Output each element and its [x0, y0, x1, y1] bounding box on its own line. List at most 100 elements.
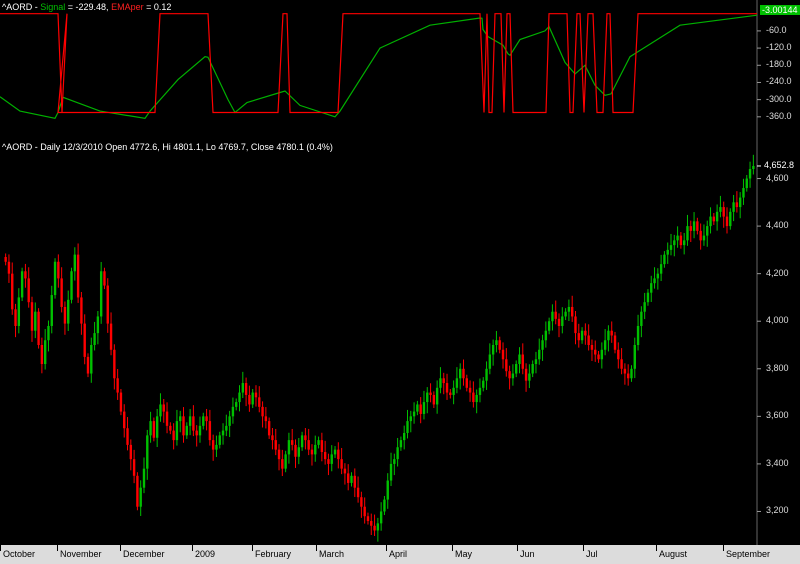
candle-up	[485, 368, 488, 381]
candle-down	[57, 261, 60, 279]
candle-up	[580, 330, 584, 341]
candle-down	[570, 306, 574, 317]
candle-down	[337, 449, 340, 460]
candle-up	[139, 487, 142, 507]
y-tick-label: -180.0	[766, 59, 792, 70]
candle-down	[264, 416, 268, 422]
indicator-pane[interactable]: ^AORD - Signal = -229.48, EMAper = 0.12 …	[0, 0, 800, 140]
y-tick-label: -60.0	[766, 24, 787, 35]
candle-up	[409, 416, 412, 422]
candle-up	[488, 354, 492, 369]
price-header: ^AORD - Daily 12/3/2010 Open 4772.6, Hi …	[2, 142, 333, 152]
candle-up	[383, 499, 386, 512]
candle-down	[557, 318, 561, 326]
candle-down	[7, 261, 11, 274]
candle-down	[310, 449, 314, 455]
candle-up	[663, 254, 666, 265]
y-tick-label: -120.0	[766, 42, 792, 53]
signal-value: = -229.48,	[65, 2, 112, 12]
candle-up	[376, 523, 380, 531]
candle-up	[70, 271, 73, 300]
emaper-label: EMAper	[111, 2, 144, 12]
candle-down	[162, 404, 165, 412]
candle-down	[366, 516, 370, 521]
candle-up	[729, 211, 732, 227]
candle-down	[27, 278, 30, 303]
candle-up	[333, 449, 337, 455]
candle-down	[508, 371, 511, 379]
candle-up	[673, 240, 676, 246]
month-tick	[192, 545, 193, 551]
candle-up	[396, 447, 399, 460]
candle-up	[317, 440, 320, 445]
candle-down	[261, 406, 264, 417]
candle-down	[472, 392, 475, 403]
signal-label: Signal	[40, 2, 66, 12]
month-label: March	[319, 549, 345, 559]
candle-up	[20, 271, 24, 298]
candle-up	[99, 271, 103, 317]
candle-down	[373, 525, 376, 531]
candle-up	[653, 278, 656, 284]
y-tick-label: -240.0	[766, 76, 792, 87]
candle-down	[129, 444, 133, 460]
candle-up	[403, 432, 406, 441]
price-pane[interactable]: ^AORD - Daily 12/3/2010 Open 4772.6, Hi …	[0, 140, 800, 545]
candle-down	[597, 354, 600, 360]
candle-down	[37, 311, 40, 345]
candle-up	[745, 178, 748, 189]
y-tick-label: 4,400	[766, 220, 789, 231]
candle-up	[386, 480, 389, 500]
candle-up	[531, 364, 534, 374]
candle-down	[152, 421, 156, 438]
candle-down	[449, 392, 452, 395]
candle-up	[659, 264, 663, 274]
candle-up	[669, 245, 673, 250]
candle-up	[643, 302, 646, 312]
month-tick	[656, 545, 657, 551]
candle-down	[113, 349, 116, 379]
candle-up	[96, 316, 100, 334]
candle-up	[633, 345, 636, 369]
candle-up	[416, 404, 419, 412]
candle-down	[712, 216, 716, 222]
candle-down	[696, 221, 699, 231]
candle-up	[188, 416, 192, 426]
month-label: September	[726, 549, 771, 559]
month-tick	[583, 545, 584, 551]
candle-down	[192, 416, 195, 431]
candle-down	[294, 444, 297, 457]
candle-down	[462, 368, 465, 379]
month-tick	[316, 545, 317, 551]
candle-up	[67, 299, 70, 324]
candle-up	[514, 364, 518, 374]
candle-down	[182, 416, 185, 436]
candle-down	[587, 335, 590, 345]
candle-down	[323, 452, 327, 460]
month-label: Jul	[586, 549, 598, 559]
candle-down	[60, 278, 63, 307]
candle-up	[228, 416, 231, 426]
candle-down	[679, 235, 683, 246]
candle-down	[116, 378, 119, 393]
candle-down	[445, 383, 449, 393]
candle-down	[363, 506, 366, 517]
candle-down	[442, 378, 445, 384]
candle-up	[198, 425, 202, 436]
month-tick	[386, 545, 387, 551]
candle-down	[432, 394, 436, 405]
y-tick-label: 3,400	[766, 457, 789, 468]
candle-down	[40, 345, 44, 365]
candle-up	[238, 392, 241, 403]
candle-up	[53, 261, 57, 296]
candle-down	[419, 404, 422, 414]
emaper-value: = 0.12	[143, 2, 172, 12]
candle-up	[551, 311, 554, 322]
candle-down	[244, 383, 248, 395]
candle-up	[241, 383, 245, 393]
month-label: August	[659, 549, 688, 559]
candle-up	[17, 297, 21, 326]
candle-up	[435, 387, 439, 405]
indicator-symbol: ^AORD	[2, 2, 33, 12]
month-label: May	[455, 549, 473, 559]
